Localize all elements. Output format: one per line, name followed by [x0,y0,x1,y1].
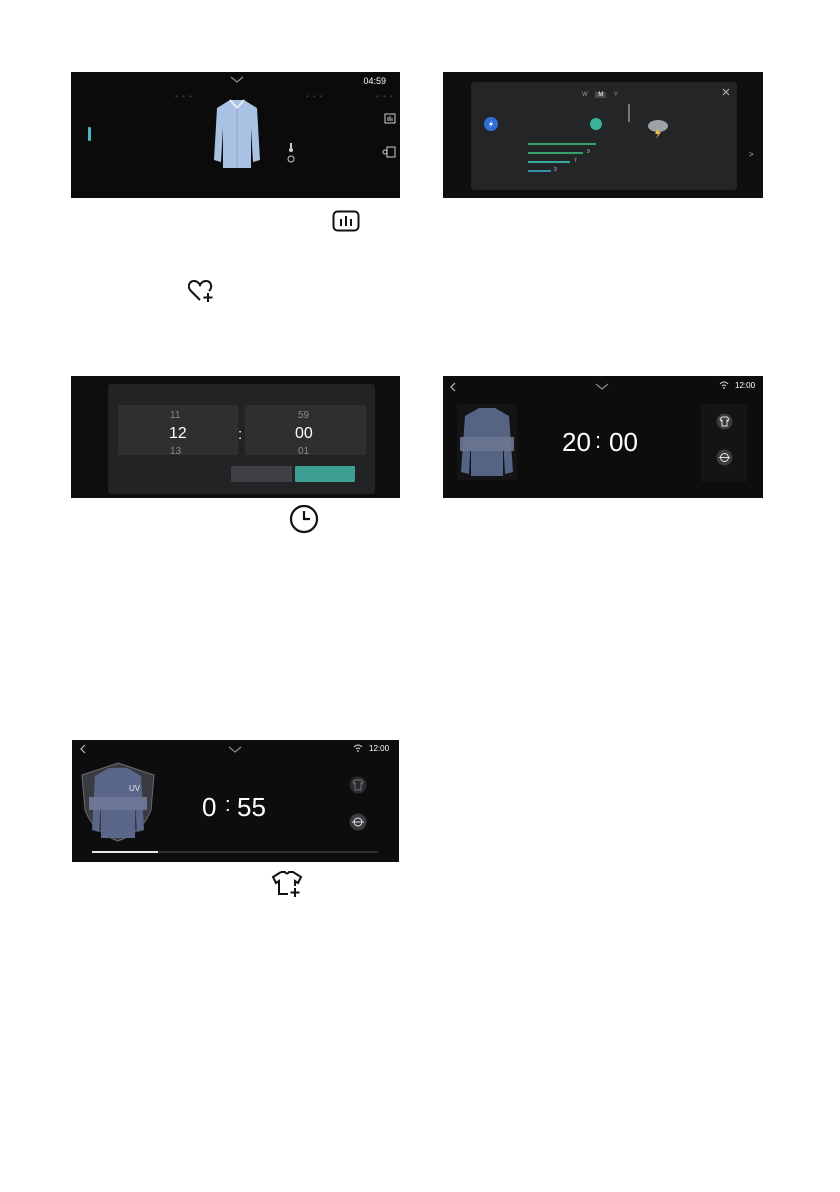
back-icon[interactable] [450,382,456,392]
stats-panel: W M Y 9 7 3 [471,82,737,190]
energy-icon [484,117,498,131]
usage-bar [528,170,551,172]
refresh-option-icon[interactable] [349,813,367,831]
cancel-button[interactable] [231,466,292,482]
screen-time-picker: 11 12 13 : 59 00 01 [71,376,400,498]
status-clock: 12:00 [735,381,756,390]
decor-dots: • • • [306,92,324,101]
tab-week[interactable]: W [582,92,588,98]
timer-hours: 0 [202,792,217,822]
confirm-button[interactable] [295,466,355,482]
timer-separator: : [225,794,231,816]
panel-divider [628,104,630,122]
timer-minutes: 00 [609,427,638,457]
progress-fill [92,851,158,853]
screen-main-shirt: • • • • • • • • • 04:59 [71,72,400,198]
screen-uv-timer: 12:00 UV 0 : 55 [72,740,399,862]
tab-month[interactable]: M [595,92,607,98]
thermometer-icon [289,143,293,152]
decor-dots: • • • [376,92,394,101]
shirt-plus-icon [271,871,303,897]
timer-separator: : [595,428,602,453]
uv-shield-image [81,762,155,842]
usage-bar-label: 7 [574,158,577,164]
hour-next: 13 [170,446,182,457]
chevron-down-icon[interactable] [595,383,609,390]
uv-badge: UV [129,784,141,793]
shirt-image [214,99,260,168]
screen-statistics: W M Y 9 7 3 > [443,72,763,198]
decor-dots: • • • [175,92,193,101]
usage-bar [528,152,583,154]
minute-prev: 59 [298,410,310,421]
hour-prev: 11 [170,410,181,421]
steam-icon [287,155,295,163]
period-tabs: W M Y [582,92,618,98]
side-indicator [88,127,91,141]
usage-bar-label: 3 [554,167,557,173]
usage-bar-label: 9 [587,149,590,155]
chevron-down-icon[interactable] [230,76,244,84]
minute-current: 00 [295,425,313,442]
shirt-image [460,408,514,476]
picker-panel: 11 12 13 : 59 00 01 [108,384,375,494]
chevron-down-icon[interactable] [228,746,242,753]
shirt-option-icon[interactable] [349,776,367,794]
wifi-icon [719,381,729,389]
timer-hours: 20 [562,427,591,457]
time-separator: : [238,426,243,443]
timer-minutes: 55 [237,792,266,822]
back-icon[interactable] [80,744,86,754]
progress-track [92,851,378,853]
usage-bar [528,143,596,145]
heart-plus-icon [188,279,213,302]
refresh-option-icon[interactable] [716,449,733,466]
usage-bar [528,161,570,163]
tab-year[interactable]: Y [614,92,618,98]
minute-next: 01 [298,446,310,457]
side-arrow[interactable]: > [749,150,754,159]
stats-icon[interactable] [384,113,396,124]
hour-current: 12 [169,425,187,442]
close-icon[interactable] [722,88,730,96]
lock-door-icon[interactable] [382,145,396,158]
clock-icon [289,504,319,534]
storm-cloud-icon [648,120,668,139]
water-icon [590,118,602,130]
shirt-option-icon[interactable] [716,413,733,430]
bar-chart-icon [332,210,360,232]
screen-timer-20: 12:00 20 : 00 [443,376,763,498]
status-time: 04:59 [363,76,386,86]
status-clock: 12:00 [369,744,390,753]
wifi-icon [353,744,363,752]
